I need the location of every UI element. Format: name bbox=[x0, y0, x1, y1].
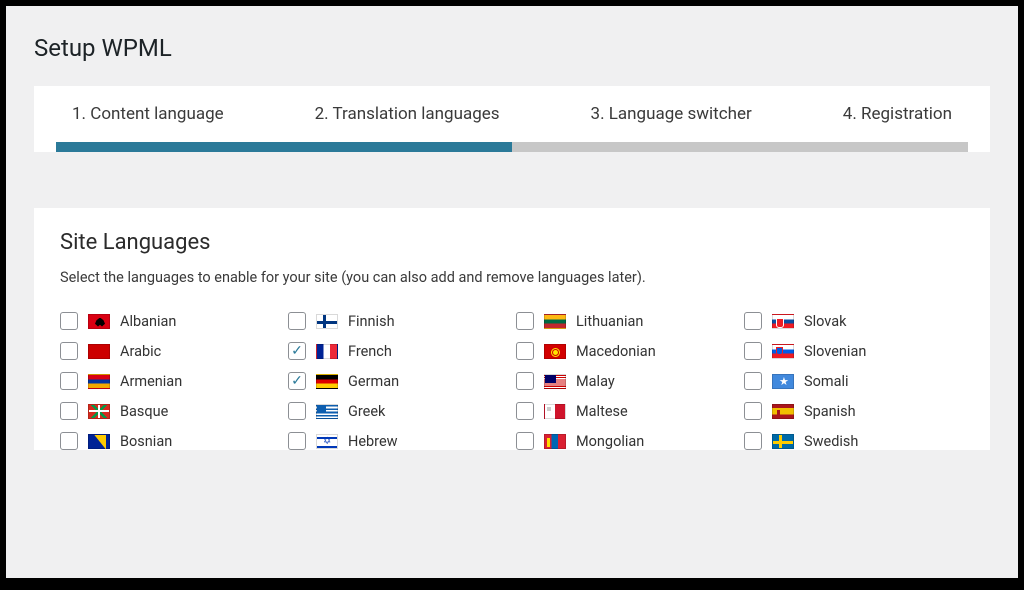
language-item[interactable]: Slovak bbox=[744, 312, 964, 330]
language-item[interactable]: Armenian bbox=[60, 372, 280, 390]
language-checkbox[interactable] bbox=[516, 372, 534, 390]
language-item[interactable]: Slovenian bbox=[744, 342, 964, 360]
language-label: Slovenian bbox=[804, 343, 866, 360]
flag-icon bbox=[544, 314, 566, 329]
flag-icon bbox=[316, 314, 338, 329]
language-item[interactable]: Greek bbox=[288, 402, 508, 420]
language-item[interactable]: Maltese bbox=[516, 402, 736, 420]
language-label: Swedish bbox=[804, 433, 858, 450]
flag-icon bbox=[544, 434, 566, 449]
language-checkbox[interactable] bbox=[288, 312, 306, 330]
language-label: Basque bbox=[120, 403, 168, 420]
flag-icon bbox=[544, 374, 566, 389]
wizard-steps-card: 1. Content language 2. Translation langu… bbox=[34, 86, 990, 152]
language-checkbox[interactable] bbox=[744, 372, 762, 390]
language-checkbox[interactable] bbox=[516, 342, 534, 360]
language-checkbox[interactable] bbox=[60, 342, 78, 360]
language-checkbox[interactable] bbox=[744, 312, 762, 330]
language-label: Hebrew bbox=[348, 433, 398, 450]
language-item[interactable]: ✓ French bbox=[288, 342, 508, 360]
flag-icon bbox=[316, 434, 338, 449]
language-item[interactable]: Malay bbox=[516, 372, 736, 390]
language-item[interactable]: Hebrew bbox=[288, 432, 508, 450]
flag-icon bbox=[88, 404, 110, 419]
flag-icon bbox=[88, 314, 110, 329]
language-checkbox[interactable] bbox=[288, 432, 306, 450]
language-item[interactable]: Swedish bbox=[744, 432, 964, 450]
language-item[interactable]: Lithuanian bbox=[516, 312, 736, 330]
flag-icon bbox=[772, 404, 794, 419]
language-checkbox[interactable] bbox=[60, 312, 78, 330]
language-checkbox[interactable] bbox=[60, 402, 78, 420]
language-checkbox[interactable] bbox=[744, 432, 762, 450]
language-label: Finnish bbox=[348, 313, 395, 330]
language-label: Lithuanian bbox=[576, 313, 643, 330]
flag-icon bbox=[772, 314, 794, 329]
language-checkbox[interactable] bbox=[288, 402, 306, 420]
progress-bar bbox=[56, 142, 968, 152]
language-checkbox[interactable] bbox=[60, 372, 78, 390]
language-item[interactable]: Mongolian bbox=[516, 432, 736, 450]
step-content-language[interactable]: 1. Content language bbox=[72, 104, 224, 124]
language-label: Albanian bbox=[120, 313, 176, 330]
language-label: German bbox=[348, 373, 399, 390]
language-label: Malay bbox=[576, 373, 615, 390]
language-grid: Albanian Finnish Lithuanian Slovak Arabic ✓ Fr… bbox=[60, 312, 964, 450]
language-label: Spanish bbox=[804, 403, 856, 420]
page-title: Setup WPML bbox=[6, 6, 1018, 86]
language-item[interactable]: ✓ German bbox=[288, 372, 508, 390]
flag-icon bbox=[88, 434, 110, 449]
flag-icon bbox=[88, 374, 110, 389]
language-checkbox[interactable] bbox=[744, 342, 762, 360]
language-label: Maltese bbox=[576, 403, 628, 420]
language-checkbox[interactable] bbox=[516, 432, 534, 450]
flag-icon bbox=[544, 404, 566, 419]
language-item[interactable]: Macedonian bbox=[516, 342, 736, 360]
section-title: Site Languages bbox=[60, 230, 964, 255]
flag-icon bbox=[316, 374, 338, 389]
step-translation-languages[interactable]: 2. Translation languages bbox=[315, 104, 500, 124]
language-item[interactable]: Bosnian bbox=[60, 432, 280, 450]
language-label: Slovak bbox=[804, 313, 846, 330]
language-label: Mongolian bbox=[576, 433, 644, 450]
language-label: Somali bbox=[804, 373, 849, 390]
language-checkbox[interactable]: ✓ bbox=[288, 372, 306, 390]
language-checkbox[interactable] bbox=[60, 432, 78, 450]
flag-icon bbox=[316, 404, 338, 419]
flag-icon bbox=[316, 344, 338, 359]
language-checkbox[interactable] bbox=[744, 402, 762, 420]
language-label: Armenian bbox=[120, 373, 182, 390]
flag-icon bbox=[772, 434, 794, 449]
language-label: French bbox=[348, 343, 392, 360]
progress-bar-fill bbox=[56, 142, 512, 152]
language-label: Macedonian bbox=[576, 343, 656, 360]
language-label: Arabic bbox=[120, 343, 161, 360]
language-label: Bosnian bbox=[120, 433, 172, 450]
language-checkbox[interactable]: ✓ bbox=[288, 342, 306, 360]
language-item[interactable]: Arabic bbox=[60, 342, 280, 360]
language-checkbox[interactable] bbox=[516, 312, 534, 330]
step-language-switcher[interactable]: 3. Language switcher bbox=[591, 104, 752, 124]
language-item[interactable]: Albanian bbox=[60, 312, 280, 330]
site-languages-card: Site Languages Select the languages to e… bbox=[34, 208, 990, 450]
flag-icon bbox=[772, 344, 794, 359]
flag-icon bbox=[544, 344, 566, 359]
language-item[interactable]: Spanish bbox=[744, 402, 964, 420]
language-item[interactable]: Somali bbox=[744, 372, 964, 390]
step-registration[interactable]: 4. Registration bbox=[843, 104, 952, 124]
language-item[interactable]: Finnish bbox=[288, 312, 508, 330]
language-label: Greek bbox=[348, 403, 385, 420]
section-subtitle: Select the languages to enable for your … bbox=[60, 269, 964, 286]
wizard-steps: 1. Content language 2. Translation langu… bbox=[56, 104, 968, 142]
flag-icon bbox=[772, 374, 794, 389]
flag-icon bbox=[88, 344, 110, 359]
language-checkbox[interactable] bbox=[516, 402, 534, 420]
language-item[interactable]: Basque bbox=[60, 402, 280, 420]
